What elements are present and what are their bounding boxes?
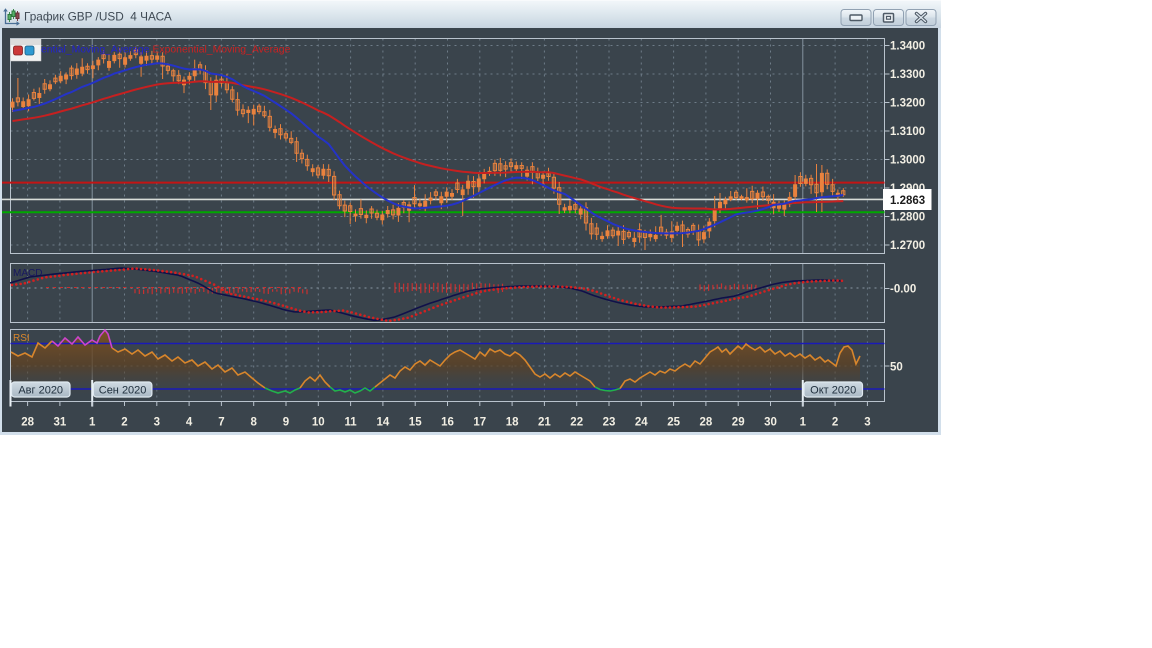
svg-text:ential_Moving_Average: ential_Moving_Average: [41, 45, 150, 56]
svg-text:31: 31: [54, 417, 67, 429]
svg-text:3: 3: [154, 417, 160, 429]
svg-text:50: 50: [890, 362, 903, 374]
svg-text:1: 1: [800, 417, 807, 429]
svg-text:1.3000: 1.3000: [890, 155, 925, 167]
svg-text:1.3200: 1.3200: [890, 98, 925, 110]
svg-text:22: 22: [570, 417, 583, 429]
svg-text:Авг 2020: Авг 2020: [18, 385, 63, 397]
svg-text:1.2700: 1.2700: [890, 240, 925, 252]
svg-text:9: 9: [283, 417, 289, 429]
svg-text:11: 11: [345, 417, 358, 429]
svg-text:1.3100: 1.3100: [890, 126, 925, 138]
svg-text:2: 2: [832, 417, 838, 429]
svg-text:21: 21: [538, 417, 551, 429]
svg-text:23: 23: [603, 417, 616, 429]
svg-text:28: 28: [700, 417, 713, 429]
svg-text:График GBP /USD 4 ЧАСА: График GBP /USD 4 ЧАСА: [24, 10, 172, 24]
svg-text:4: 4: [186, 417, 193, 429]
svg-text:25: 25: [667, 417, 680, 429]
svg-text:-0.00: -0.00: [890, 284, 916, 296]
svg-text:Exponential_Moving_Average: Exponential_Moving_Average: [153, 45, 291, 56]
svg-text:1: 1: [89, 417, 96, 429]
svg-text:29: 29: [732, 417, 745, 429]
svg-text:1.2863: 1.2863: [890, 195, 925, 207]
svg-text:1.3300: 1.3300: [890, 69, 925, 81]
svg-text:16: 16: [441, 417, 454, 429]
svg-text:2: 2: [121, 417, 127, 429]
svg-text:14: 14: [377, 417, 390, 429]
svg-text:Окт 2020: Окт 2020: [810, 385, 856, 397]
svg-text:RSI: RSI: [13, 333, 30, 344]
svg-text:7: 7: [218, 417, 224, 429]
svg-text:28: 28: [21, 417, 34, 429]
svg-text:17: 17: [473, 417, 486, 429]
svg-text:10: 10: [312, 417, 325, 429]
svg-text:Сен 2020: Сен 2020: [99, 385, 147, 397]
svg-text:18: 18: [506, 417, 519, 429]
svg-text:1.2800: 1.2800: [890, 212, 925, 224]
svg-text:15: 15: [409, 417, 422, 429]
svg-text:24: 24: [635, 417, 648, 429]
svg-text:30: 30: [764, 417, 777, 429]
svg-text:3: 3: [864, 417, 870, 429]
svg-text:8: 8: [250, 417, 257, 429]
svg-text:1.3400: 1.3400: [890, 41, 925, 53]
